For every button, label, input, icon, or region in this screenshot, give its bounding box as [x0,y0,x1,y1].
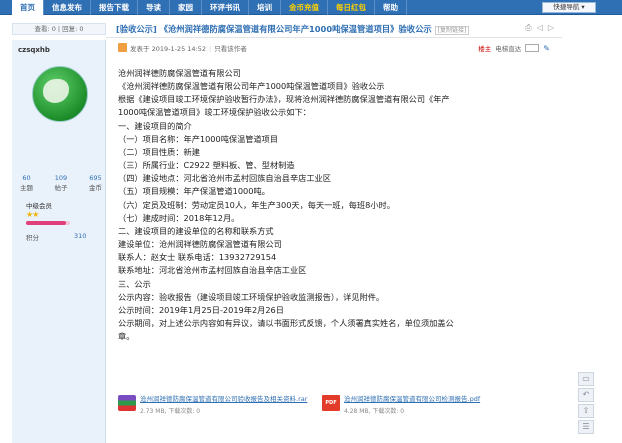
content-line: 1000吨保温管道项目》竣工环境保护验收公示如下： [118,107,311,118]
stat-posts-value: 109 [54,174,68,182]
attachment-pdf-size: 4.28 MB, 下载次数: 0 [344,408,405,415]
content-line: （二）项目性质：新建 [118,146,200,157]
attachment-rar-size: 2.73 MB, 下载次数: 0 [140,408,201,415]
post-main: [验收公示] 《沧州润祥德防腐保温管道有限公司年产1000吨保温管道项目》验收公… [106,19,562,443]
stat-posts-label: 帖子 [54,184,68,192]
stat-topics-label: 主题 [20,184,33,192]
nav-help[interactable]: 帮助 [375,0,407,15]
only-author-link[interactable]: 只看该作者 [214,45,247,53]
list-icon[interactable]: ☰ [578,420,594,434]
nav-guide[interactable]: 导读 [138,0,170,15]
post-title-text: [验收公示] 《沧州润祥德防腐保温管道有限公司年产1000吨保温管道项目》验收公… [116,24,432,34]
next-thread-icon[interactable]: ▷ [548,23,554,33]
nav-home-community[interactable]: 家园 [170,0,202,15]
content-line: 章。 [118,331,135,342]
quick-nav-dropdown[interactable]: 快捷导航 ▾ [542,2,596,13]
content-line: 建设单位：沧州润祥德防腐保温管道有限公司 [118,239,282,250]
view-reply-counter: 查看: 0 | 回复: 0 [12,23,106,35]
stat-coins-value: 695 [89,174,102,182]
content-line: 《沧州润祥德防腐保温管道有限公司年产1000吨保温管道项目》验收公示 [118,81,385,92]
nav-info-post[interactable]: 信息发布 [44,0,91,15]
attachment-rar-link[interactable]: 沧州润祥德防腐保温管道有限公司验收报告及相关资料.rar [140,393,307,403]
nav-report-download[interactable]: 报告下载 [91,0,138,15]
level-progress-fill [26,221,67,225]
content-line: 公示时间：2019年1月25日-2019年2月26日 [118,304,284,315]
post-author-icon [118,43,127,52]
stat-posts[interactable]: 109 帖子 [55,174,68,192]
post-meta-text: 发表于 2019-1-25 14:52 | 只看该作者 [130,45,247,53]
avatar[interactable] [32,66,88,122]
nav-training[interactable]: 培训 [249,0,281,15]
stat-topics[interactable]: 60 主题 [20,174,33,192]
comment-icon[interactable]: ▭ [578,372,594,386]
attachment-rar: 沧州润祥德防腐保温管道有限公司验收报告及相关资料.rar 2.73 MB, 下载… [118,393,307,421]
content-line: （七）建成时间：2018年12月。 [118,212,240,223]
content-line: 三、公示 [118,278,151,289]
copy-link-button[interactable]: [复制链接] [434,26,470,35]
score-label: 积分 [26,234,39,242]
content-line: （六）定员及班制：劳动定员10人，年生产300天，每天一班，每班8小时。 [118,199,395,210]
nav-coin-recharge[interactable]: 金币充值 [281,0,328,15]
content-line: 根据《建设项目竣工环境保护验收暂行办法》，现将沧州润祥德防腐保温管道有限公司《年… [118,94,450,105]
nav-daily-redpacket[interactable]: 每日红包 [328,0,375,15]
floor-jump-input[interactable] [525,44,540,52]
jump-label: 电梯直达 [495,45,522,53]
member-level[interactable]: 中级会员 [26,200,52,210]
content-line: 联系人：赵女士 联系电话：13932729154 [118,252,277,263]
post-tools: ⎙ ◁ ▷ [525,23,554,33]
content-line: 一、建设项目的简介 [118,120,192,131]
top-nav-bar: 首页 信息发布 报告下载 导读 家园 环评书讯 培训 金币充值 每日红包 帮助 … [0,0,622,15]
main-nav: 首页 信息发布 报告下载 导读 家园 环评书讯 培训 金币充值 每日红包 帮助 [12,0,407,15]
content-line: （五）项目规模：年产保温管道1000吨。 [118,186,270,197]
level-progress-bar [26,221,70,225]
author-name[interactable]: czsqxhb [18,46,50,54]
pen-icon[interactable]: ✎ [543,44,550,53]
content-line: （一）项目名称：年产1000吨保温管道项目 [118,133,279,144]
content-line: 公示内容：验收报告（建设项目竣工环境保护验收监测报告），详见附件。 [118,291,385,302]
content-line: 公示期间，对上述公示内容如有异议，请以书面形式反馈，个人须署真实姓名，单位须加盖… [118,317,454,328]
content-line: 沧州润祥德防腐保温管道有限公司 [118,68,241,78]
post-time: 发表于 2019-1-25 14:52 [130,45,207,53]
rar-icon [118,395,136,411]
content-line: （三）所属行业：C2922 塑料板、管、型材制造 [118,160,295,171]
level-stars-icon: ★★ [26,210,39,219]
author-sidebar: czsqxhb 60 主题 109 帖子 695 金币 中级会员 ★★ 积分 3… [12,40,106,443]
stat-topics-value: 60 [22,174,31,182]
author-stats: 60 主题 109 帖子 695 金币 [20,174,102,192]
print-icon[interactable]: ⎙ [525,23,531,33]
nav-home[interactable]: 首页 [12,0,44,15]
stat-coins[interactable]: 695 金币 [89,174,102,192]
post-meta: 发表于 2019-1-25 14:52 | 只看该作者 楼主 电梯直达 ✎ [106,41,562,55]
nav-eia-books[interactable]: 环评书讯 [202,0,249,15]
content-line: 联系地址：河北省沧州市孟村回族自治县辛店工业区 [118,265,307,276]
post-title-row: [验收公示] 《沧州润祥德防腐保温管道有限公司年产1000吨保温管道项目》验收公… [106,19,562,38]
top-icon[interactable]: ⇧ [578,404,594,418]
post-title: [验收公示] 《沧州润祥德防腐保温管道有限公司年产1000吨保温管道项目》验收公… [116,23,470,35]
prev-thread-icon[interactable]: ◁ [537,23,543,33]
post-content: 沧州润祥德防腐保温管道有限公司 《沧州润祥德防腐保温管道有限公司年产1000吨保… [118,67,558,343]
pdf-icon: PDF [322,395,340,411]
stat-coins-label: 金币 [89,184,102,192]
content-line: （四）建设地点：河北省沧州市孟村回族自治县辛店工业区 [118,173,331,184]
score-value: 310 [74,232,87,240]
attachment-pdf: PDF 沧州润祥德防腐保温管道有限公司检测报告.pdf 4.28 MB, 下载次… [322,393,480,421]
post-floor-tools: 楼主 电梯直达 ✎ [478,43,550,54]
attachment-pdf-link[interactable]: 沧州润祥德防腐保温管道有限公司检测报告.pdf [344,393,480,403]
floor-label: 楼主 [478,45,492,53]
content-line: 二、建设项目的建设单位的名称和联系方式 [118,225,274,236]
back-icon[interactable]: ↶ [578,388,594,402]
